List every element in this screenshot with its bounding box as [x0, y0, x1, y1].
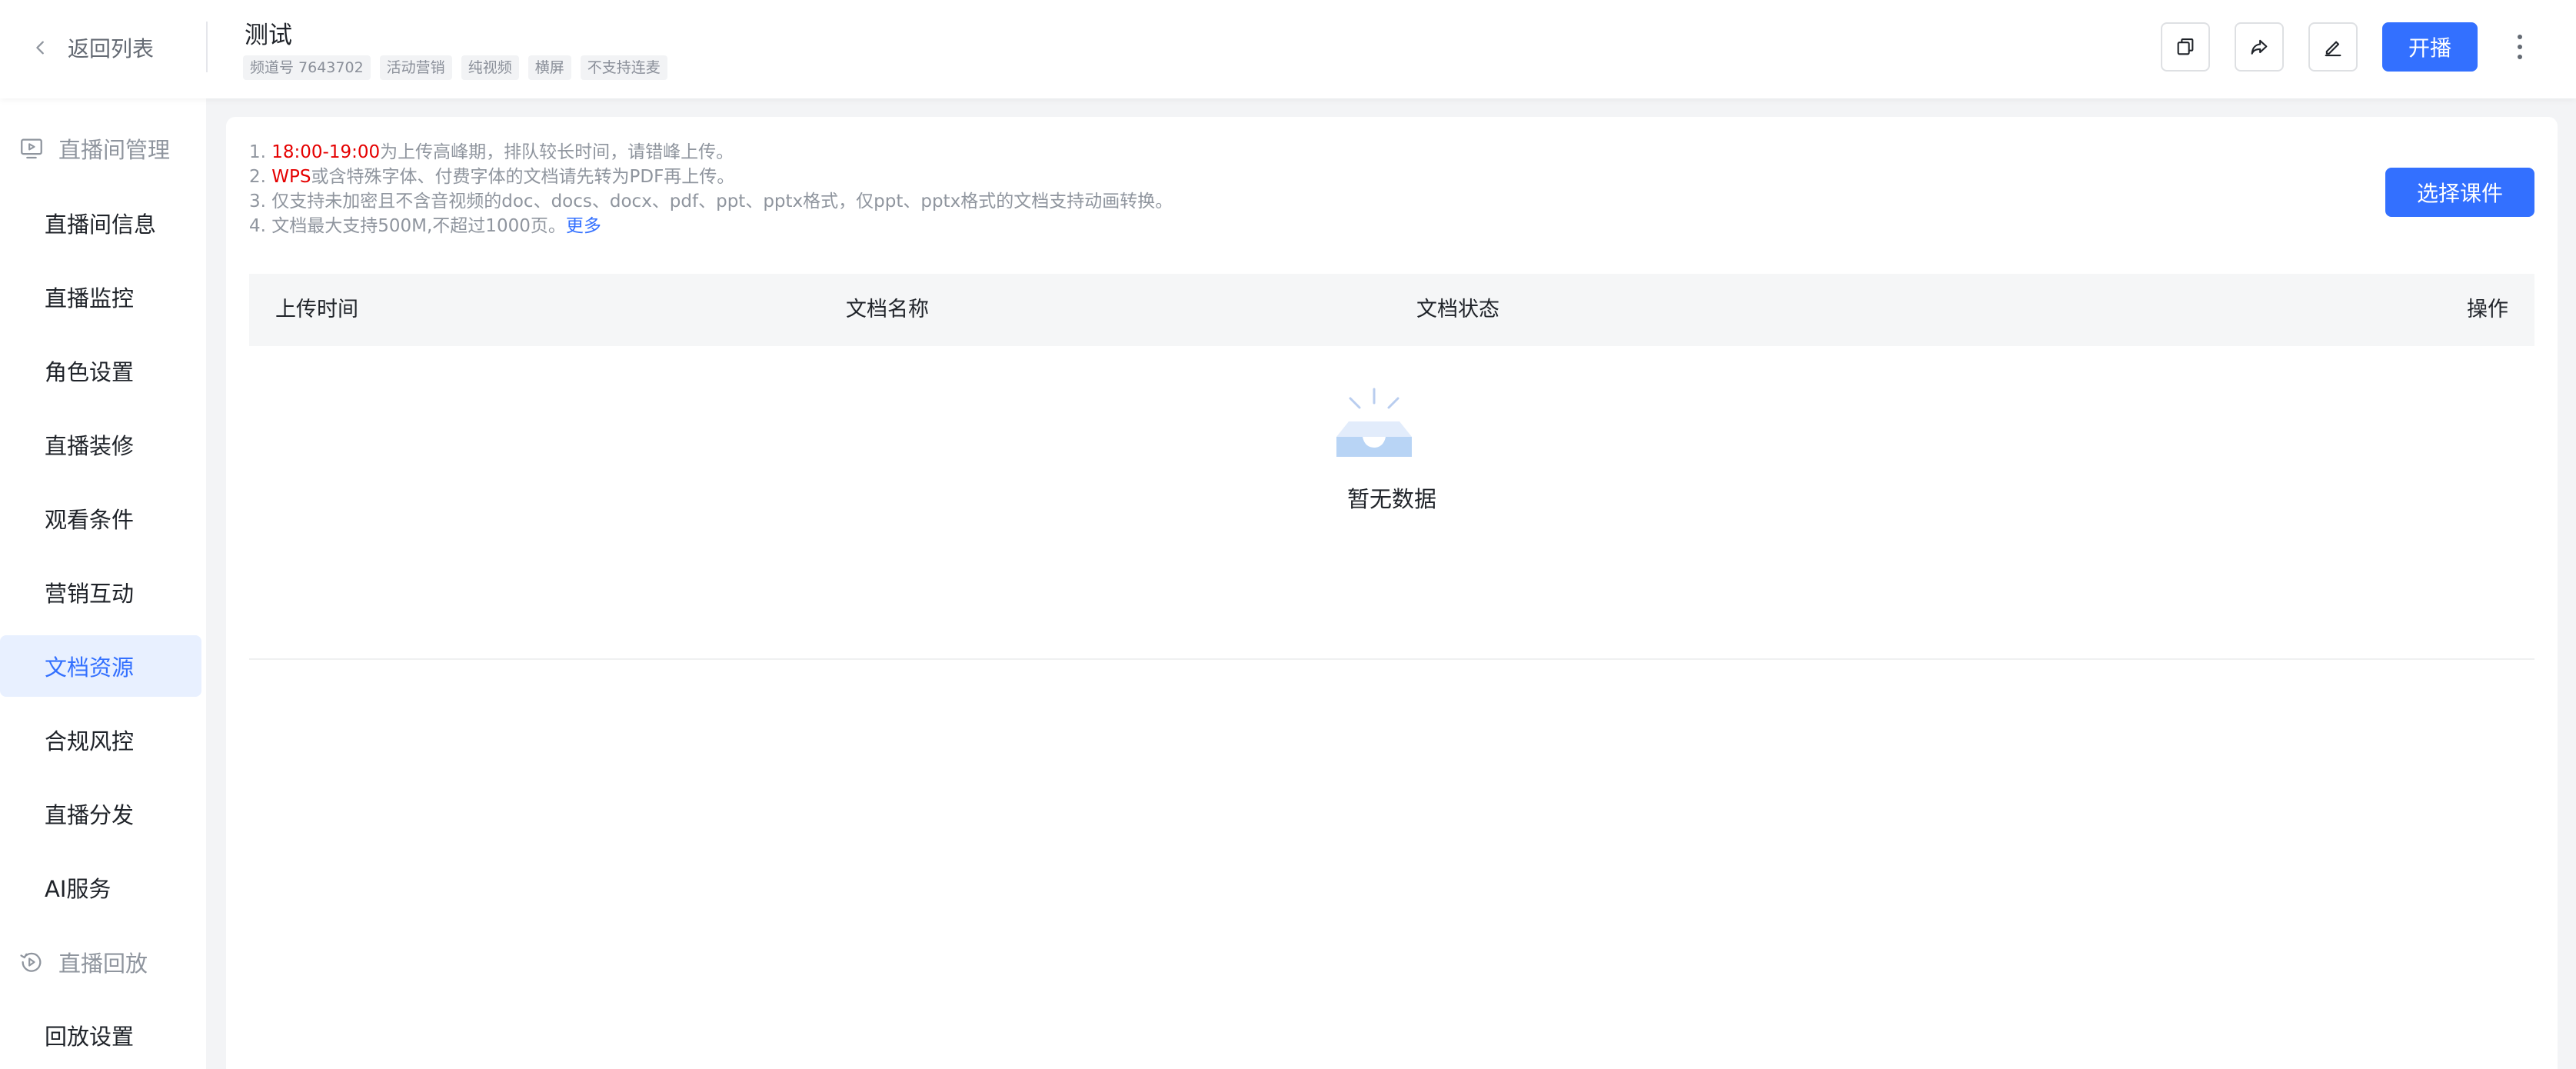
page-title: 测试	[245, 22, 292, 49]
tag-mic: 不支持连麦	[580, 55, 667, 80]
select-courseware-button[interactable]: 选择课件	[2385, 168, 2534, 217]
sidebar-group-live-management: 直播间管理	[18, 132, 170, 165]
copy-icon	[2177, 38, 2194, 55]
tip-line-4: 4. 文档最大支持500M,不超过1000页。更多	[249, 214, 1173, 238]
replay-icon	[20, 952, 42, 972]
tip-line-3: 3. 仅支持未加密且不含音视频的doc、docs、docx、pdf、ppt、pp…	[249, 191, 1173, 211]
sidebar-item-documents[interactable]: 文档资源	[0, 635, 201, 697]
back-label: 返回列表	[68, 36, 155, 62]
header-divider	[206, 22, 208, 72]
sidebar-group-replay: 直播回放	[18, 946, 148, 978]
live-room-icon	[21, 138, 42, 159]
tip-line-2: 2. WPS或含特殊字体、付费字体的文档请先转为PDF再上传。	[249, 165, 1173, 189]
chevron-left-icon	[36, 41, 44, 55]
top-header: 返回列表 测试 频道号 7643702 活动营销 纯视频 横屏 不支持连麦 开播	[0, 0, 2576, 98]
start-live-button[interactable]: 开播	[2382, 22, 2478, 72]
sidebar-item-compliance[interactable]: 合规风控	[0, 709, 201, 771]
sidebar-item-distribution[interactable]: 直播分发	[0, 783, 201, 844]
sidebar-item-live-decoration[interactable]: 直播装修	[0, 414, 201, 475]
share-button[interactable]	[2235, 22, 2284, 72]
table-header: 上传时间 文档名称 文档状态 操作	[249, 274, 2534, 346]
document-resources-panel: 1. 18:00-19:00为上传高峰期，排队较长时间，请错峰上传。 2. WP…	[226, 117, 2558, 1069]
column-actions: 操作	[2467, 298, 2508, 321]
sidebar-item-live-monitor[interactable]: 直播监控	[0, 266, 201, 328]
sidebar-item-replay-settings[interactable]: 回放设置	[0, 1004, 201, 1066]
upload-tips: 1. 18:00-19:00为上传高峰期，排队较长时间，请错峰上传。 2. WP…	[249, 140, 1173, 238]
tip-1-text: 为上传高峰期，排队较长时间，请错峰上传。	[380, 142, 734, 162]
tip-2-index: 2.	[249, 167, 272, 187]
tip-2-wps: WPS	[271, 167, 311, 187]
sidebar-item-ai-service[interactable]: AI服务	[0, 857, 201, 918]
sidebar-item-marketing[interactable]: 营销互动	[0, 561, 201, 623]
sidebar-item-role-settings[interactable]: 角色设置	[0, 340, 201, 401]
edit-icon	[2325, 41, 2341, 57]
tip-2-text: 或含特殊字体、付费字体的文档请先转为PDF再上传。	[311, 167, 735, 187]
empty-text: 暂无数据	[1346, 486, 1436, 512]
tip-4-text: 4. 文档最大支持500M,不超过1000页。	[249, 216, 566, 236]
empty-box-icon	[1336, 388, 1412, 457]
tip-1-peak-time: 18:00-19:00	[271, 142, 381, 162]
tag-orientation: 横屏	[528, 55, 571, 80]
back-to-list-button[interactable]: 返回列表	[32, 31, 154, 65]
column-document-status: 文档状态	[1416, 298, 1499, 321]
tip-1-index: 1.	[249, 142, 272, 162]
channel-tags: 频道号 7643702 活动营销 纯视频 横屏 不支持连麦	[243, 55, 667, 80]
edit-button[interactable]	[2308, 22, 2358, 72]
tag-channel-id: 频道号 7643702	[243, 55, 371, 80]
more-icon[interactable]	[2508, 28, 2531, 66]
sidebar: 直播间管理 直播间信息 直播监控 角色设置 直播装修 观看条件 营销互动 文档资…	[0, 98, 206, 1069]
sidebar-group-live-label: 直播间管理	[58, 137, 171, 163]
sidebar-group-replay-label: 直播回放	[58, 951, 148, 977]
empty-state: 暂无数据	[249, 346, 2534, 660]
tag-scene: 活动营销	[379, 55, 452, 80]
sidebar-item-live-info[interactable]: 直播间信息	[0, 192, 201, 254]
column-upload-time: 上传时间	[275, 298, 358, 321]
share-icon	[2251, 39, 2268, 55]
tag-video-type: 纯视频	[461, 55, 519, 80]
sidebar-item-watch-conditions[interactable]: 观看条件	[0, 488, 201, 549]
column-document-name: 文档名称	[846, 298, 929, 321]
tip-line-1: 1. 18:00-19:00为上传高峰期，排队较长时间，请错峰上传。	[249, 140, 1173, 165]
more-link[interactable]: 更多	[566, 216, 601, 236]
copy-button[interactable]	[2161, 22, 2210, 72]
